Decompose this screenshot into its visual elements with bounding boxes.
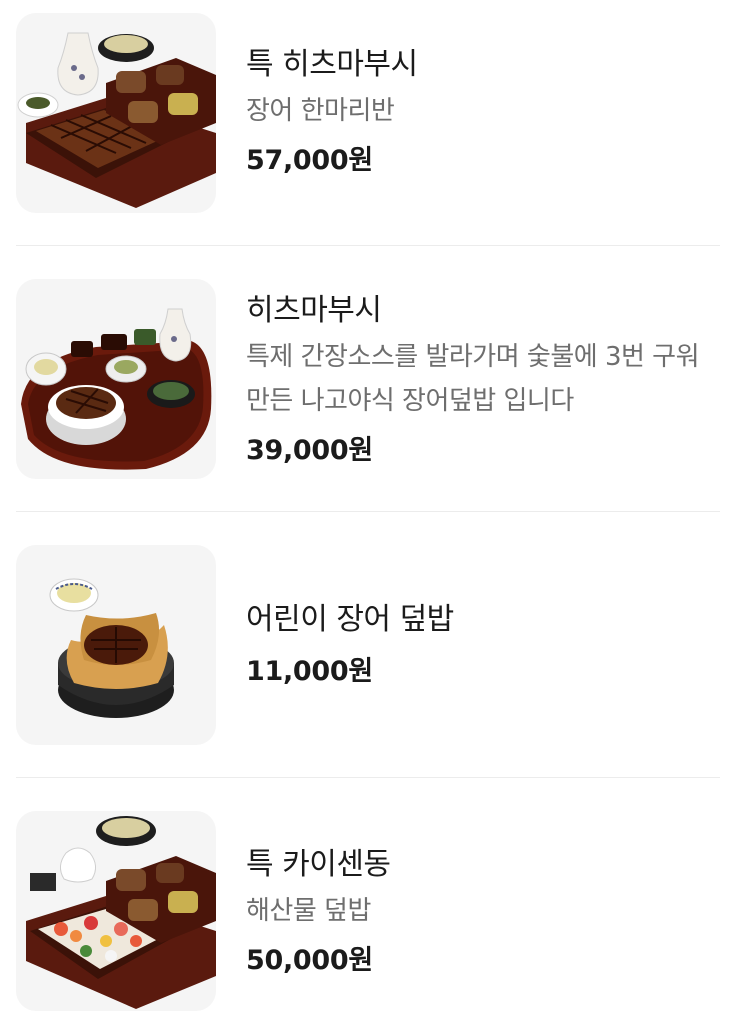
menu-item-info: 특 카이센동 해산물 덮밥 50,000원 — [246, 845, 720, 981]
menu-item-price: 57,000원 — [246, 145, 373, 176]
menu-item-info: 히츠마부시 특제 간장소스를 발라가며 숯불에 3번 구워 만든 나고야식 장어… — [246, 291, 720, 471]
menu-item[interactable]: 히츠마부시 특제 간장소스를 발라가며 숯불에 3번 구워 만든 나고야식 장어… — [0, 246, 744, 512]
menu-item-name: 특 카이센동 — [246, 847, 391, 882]
menu-item-price: 39,000원 — [246, 435, 373, 466]
menu-list: 특 히츠마부시 장어 한마리반 57,000원 히츠마부시 특제 간장소스를 발… — [0, 0, 744, 1022]
menu-item-price: 11,000원 — [246, 656, 373, 687]
menu-item-image[interactable] — [16, 279, 216, 479]
menu-item[interactable]: 특 카이센동 해산물 덮밥 50,000원 — [0, 778, 744, 1022]
menu-item[interactable]: 특 히츠마부시 장어 한마리반 57,000원 — [0, 0, 744, 246]
menu-item-price: 50,000원 — [246, 945, 373, 976]
menu-item[interactable]: 어린이 장어 덮밥 11,000원 — [0, 512, 744, 778]
unaju-set-image — [17, 32, 216, 208]
menu-item-name: 어린이 장어 덮밥 — [246, 602, 454, 637]
kids-eel-bowl-image — [49, 578, 174, 718]
menu-item-image[interactable] — [16, 545, 216, 745]
menu-item-image[interactable] — [16, 811, 216, 1011]
menu-item-name: 히츠마부시 — [246, 293, 382, 328]
menu-item-info: 어린이 장어 덮밥 11,000원 — [246, 600, 720, 692]
menu-item-description: 해산물 덮밥 — [246, 896, 371, 926]
menu-item-info: 특 히츠마부시 장어 한마리반 57,000원 — [246, 45, 720, 181]
kaisendon-image — [26, 816, 216, 1009]
menu-item-name: 특 히츠마부시 — [246, 47, 418, 82]
menu-item-image[interactable] — [16, 13, 216, 213]
menu-item-description: 장어 한마리반 — [246, 96, 395, 126]
hitsumabushi-image — [21, 308, 212, 470]
menu-item-description: 특제 간장소스를 발라가며 숯불에 3번 구워 만든 나고야식 장어덮밥 입니다 — [246, 342, 700, 416]
